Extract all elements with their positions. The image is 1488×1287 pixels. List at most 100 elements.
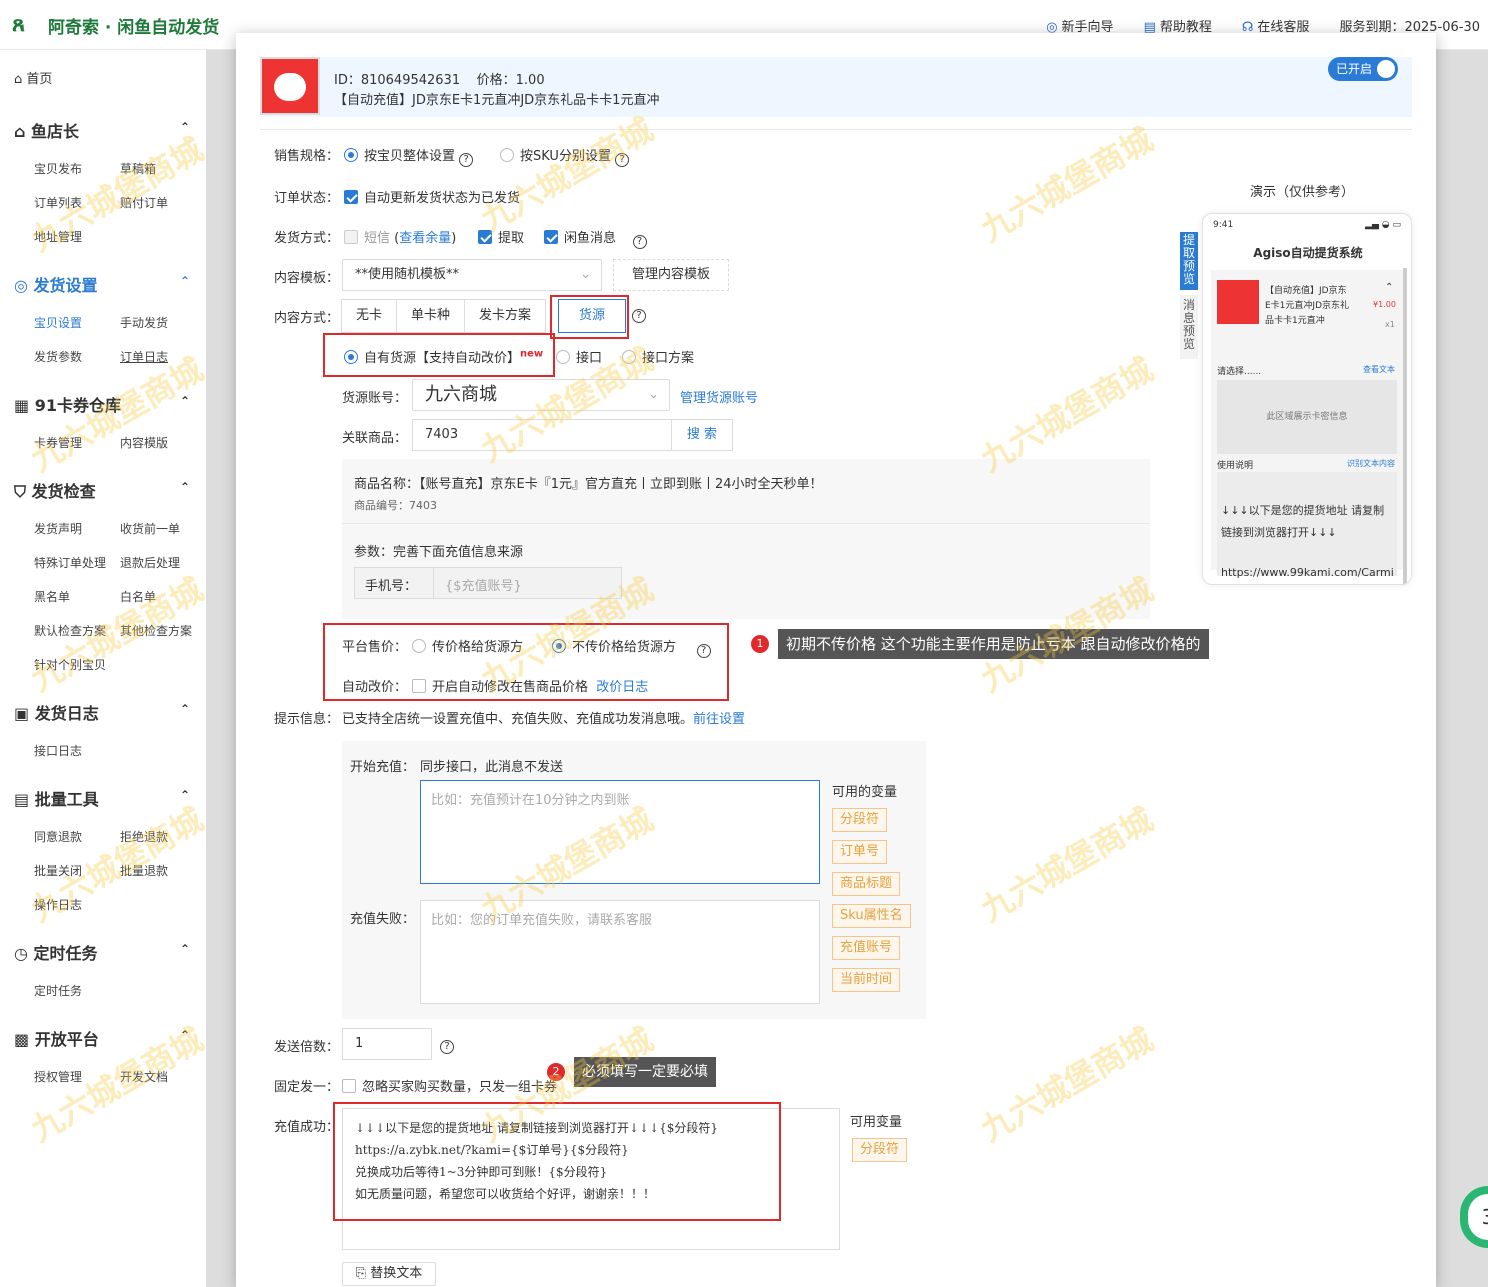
var-tag[interactable]: Sku属性名 — [832, 904, 911, 928]
tab-card-plan[interactable]: 发卡方案 — [464, 299, 547, 333]
sidebar-item[interactable]: 手动发货 — [120, 314, 168, 331]
sidebar-item[interactable]: 卡券管理 — [34, 434, 82, 451]
sidebar-item[interactable]: 授权管理 — [34, 1068, 82, 1085]
goto-settings-link[interactable]: 前往设置 — [693, 712, 745, 727]
help-icon[interactable]: ? — [440, 1036, 454, 1054]
var-tag[interactable]: 商品标题 — [832, 872, 901, 896]
sidebar-item[interactable]: 拒绝退款 — [120, 828, 168, 845]
sidebar-group-check[interactable]: ⛉ 发货检查 ⌃ — [14, 478, 190, 502]
var-tag[interactable]: 充值账号 — [832, 936, 901, 960]
phone-thumbnail — [1217, 280, 1259, 324]
sidebar-item[interactable]: 黑名单 — [34, 588, 70, 605]
sidebar-item[interactable]: 特殊订单处理 — [34, 554, 106, 571]
sidebar-item[interactable]: 批量关闭 — [34, 862, 82, 879]
sidebar-group-timer[interactable]: ◷ 定时任务 ⌃ — [14, 940, 190, 964]
var-tag[interactable]: 当前时间 — [832, 968, 901, 992]
checkbox-checked[interactable] — [544, 230, 558, 244]
product-thumbnail — [260, 57, 320, 115]
fixed-one-option[interactable]: 忽略买家购买数量，只发一组卡券 — [342, 1076, 557, 1095]
source-account-select[interactable]: 九六商城 ⌄ — [412, 379, 670, 411]
sidebar-item[interactable]: 订单日志 — [120, 348, 168, 365]
help-icon[interactable]: ? — [615, 153, 630, 167]
help-icon[interactable]: ? — [632, 235, 647, 249]
sidebar-item[interactable]: 发货声明 — [34, 520, 82, 537]
goods-input[interactable]: 7403 — [412, 419, 672, 451]
phone-field[interactable]: 手机号： {$充值账号} — [354, 567, 622, 599]
highlight-box — [333, 1102, 781, 1221]
sidebar-item[interactable]: 订单列表 — [34, 194, 82, 211]
manage-account-link[interactable]: 管理货源账号 — [680, 387, 758, 406]
radio[interactable] — [556, 350, 570, 364]
phone-view-text[interactable]: 查看文本 — [1363, 364, 1395, 375]
sidebar-item[interactable]: 草稿箱 — [120, 160, 156, 177]
sidebar-group-ship-settings[interactable]: ◎ 发货设置 ⌃ — [14, 272, 190, 296]
tab-no-card[interactable]: 无卡 — [341, 299, 398, 333]
var-tag[interactable]: 订单号 — [832, 840, 888, 864]
sidebar-item[interactable]: 赔付订单 — [120, 194, 168, 211]
goods-label: 关联商品： — [342, 431, 408, 446]
multiplier-input[interactable]: 1 — [342, 1028, 432, 1060]
radio-checked[interactable] — [344, 148, 358, 162]
help-icon[interactable]: ? — [632, 305, 646, 323]
sidebar-item[interactable]: 默认检查方案 — [34, 622, 106, 639]
check-balance-link[interactable]: 查看余量 — [399, 231, 451, 246]
app-logo[interactable]: ጸ 阿奇索 · 闲鱼自动发货 — [12, 12, 219, 38]
sidebar-item[interactable]: 针对个别宝贝 — [34, 656, 106, 673]
sidebar-item[interactable]: 开发文档 — [120, 1068, 168, 1085]
sidebar-item-home[interactable]: ⌂ 首页 — [14, 68, 52, 87]
fail-message-textarea[interactable]: 比如：您的订单充值失败，请联系客服 — [420, 900, 820, 1004]
replace-text-button[interactable]: ⎘ 替换文本 — [342, 1262, 436, 1286]
sidebar-item[interactable]: 宝贝发布 — [34, 160, 82, 177]
radio[interactable] — [500, 148, 514, 162]
phone-preview: 9:41 ▂▄ ◒ ▭ Agiso自动提货系统 【自动充值】JD京东E卡1元直冲… — [1202, 213, 1412, 585]
order-status-option[interactable]: 自动更新发货状态为已发货 — [344, 187, 520, 206]
sidebar-item[interactable]: 白名单 — [120, 588, 156, 605]
sidebar-item[interactable]: 操作日志 — [34, 896, 82, 913]
tab-single-card[interactable]: 单卡种 — [396, 299, 466, 333]
shop-icon: ⌂ — [14, 122, 32, 141]
sidebar-item[interactable]: 批量退款 — [120, 862, 168, 879]
var-tag[interactable]: 分段符 — [852, 1138, 908, 1162]
source-api-option[interactable]: 接口 — [556, 347, 602, 366]
settings-icon: ◎ — [14, 276, 34, 295]
radio[interactable] — [622, 350, 636, 364]
spec-option-sku[interactable]: 按SKU分别设置 ? — [500, 145, 630, 167]
template-select[interactable]: **使用随机模板** ⌄ — [342, 259, 602, 291]
sidebar-group-warehouse[interactable]: ▦ 91卡券仓库 ⌃ — [14, 392, 190, 416]
sidebar-item[interactable]: 退款后处理 — [120, 554, 180, 571]
var-tag[interactable]: 分段符 — [832, 808, 888, 832]
source-plan-option[interactable]: 接口方案 — [622, 347, 694, 366]
start-message-textarea[interactable]: 比如：充值预计在10分钟之内到账 — [420, 780, 820, 884]
phone-copy-text[interactable]: 识别文本内容 — [1347, 458, 1395, 469]
search-button[interactable]: 搜 索 — [671, 419, 733, 451]
sidebar-group-open[interactable]: ▩ 开放平台 ⌃ — [14, 1026, 190, 1050]
sidebar-group-batch[interactable]: ▤ 批量工具 ⌃ — [14, 786, 190, 810]
sidebar-item[interactable]: 收货前一单 — [120, 520, 180, 537]
phone-placeholder: {$充值账号} — [445, 579, 522, 594]
annotation-tooltip: 初期不传价格 这个功能主要作用是防止亏本 跟自动修改价格的 — [778, 629, 1209, 659]
manage-template-button[interactable]: 管理内容模板 — [613, 259, 729, 291]
checkbox-checked[interactable] — [344, 190, 358, 204]
help-icon[interactable]: ? — [459, 153, 474, 167]
highlight-box — [550, 295, 629, 339]
sidebar-item[interactable]: 同意退款 — [34, 828, 82, 845]
ship-sms-option[interactable]: 短信 (查看余量) — [344, 227, 456, 246]
ship-pick-option[interactable]: 提取 — [478, 227, 524, 246]
sidebar-item[interactable]: 接口日志 — [34, 742, 82, 759]
sidebar-item[interactable]: 发货参数 — [34, 348, 82, 365]
sidebar-item-active[interactable]: 宝贝设置 — [34, 314, 82, 331]
sidebar-group-shop[interactable]: ⌂ 鱼店长 ⌃ — [14, 118, 190, 142]
checkbox[interactable] — [342, 1079, 356, 1093]
spec-option-whole[interactable]: 按宝贝整体设置 ? — [344, 145, 474, 167]
sidebar-item[interactable]: 地址管理 — [34, 228, 82, 245]
scrollbar[interactable] — [1403, 268, 1407, 584]
tab-extract-preview[interactable]: 提取预览 — [1180, 232, 1198, 290]
checkbox-checked[interactable] — [478, 230, 492, 244]
sidebar-item[interactable]: 其他检查方案 — [120, 622, 192, 639]
sidebar-group-log[interactable]: ▣ 发货日志 ⌃ — [14, 700, 190, 724]
enable-toggle[interactable]: 已开启 — [1328, 57, 1398, 81]
ship-msg-option[interactable]: 闲鱼消息 ? — [544, 227, 647, 249]
sidebar-item[interactable]: 定时任务 — [34, 982, 82, 999]
sidebar-item[interactable]: 内容模版 — [120, 434, 168, 451]
tab-message-preview[interactable]: 消息预览 — [1180, 295, 1198, 359]
